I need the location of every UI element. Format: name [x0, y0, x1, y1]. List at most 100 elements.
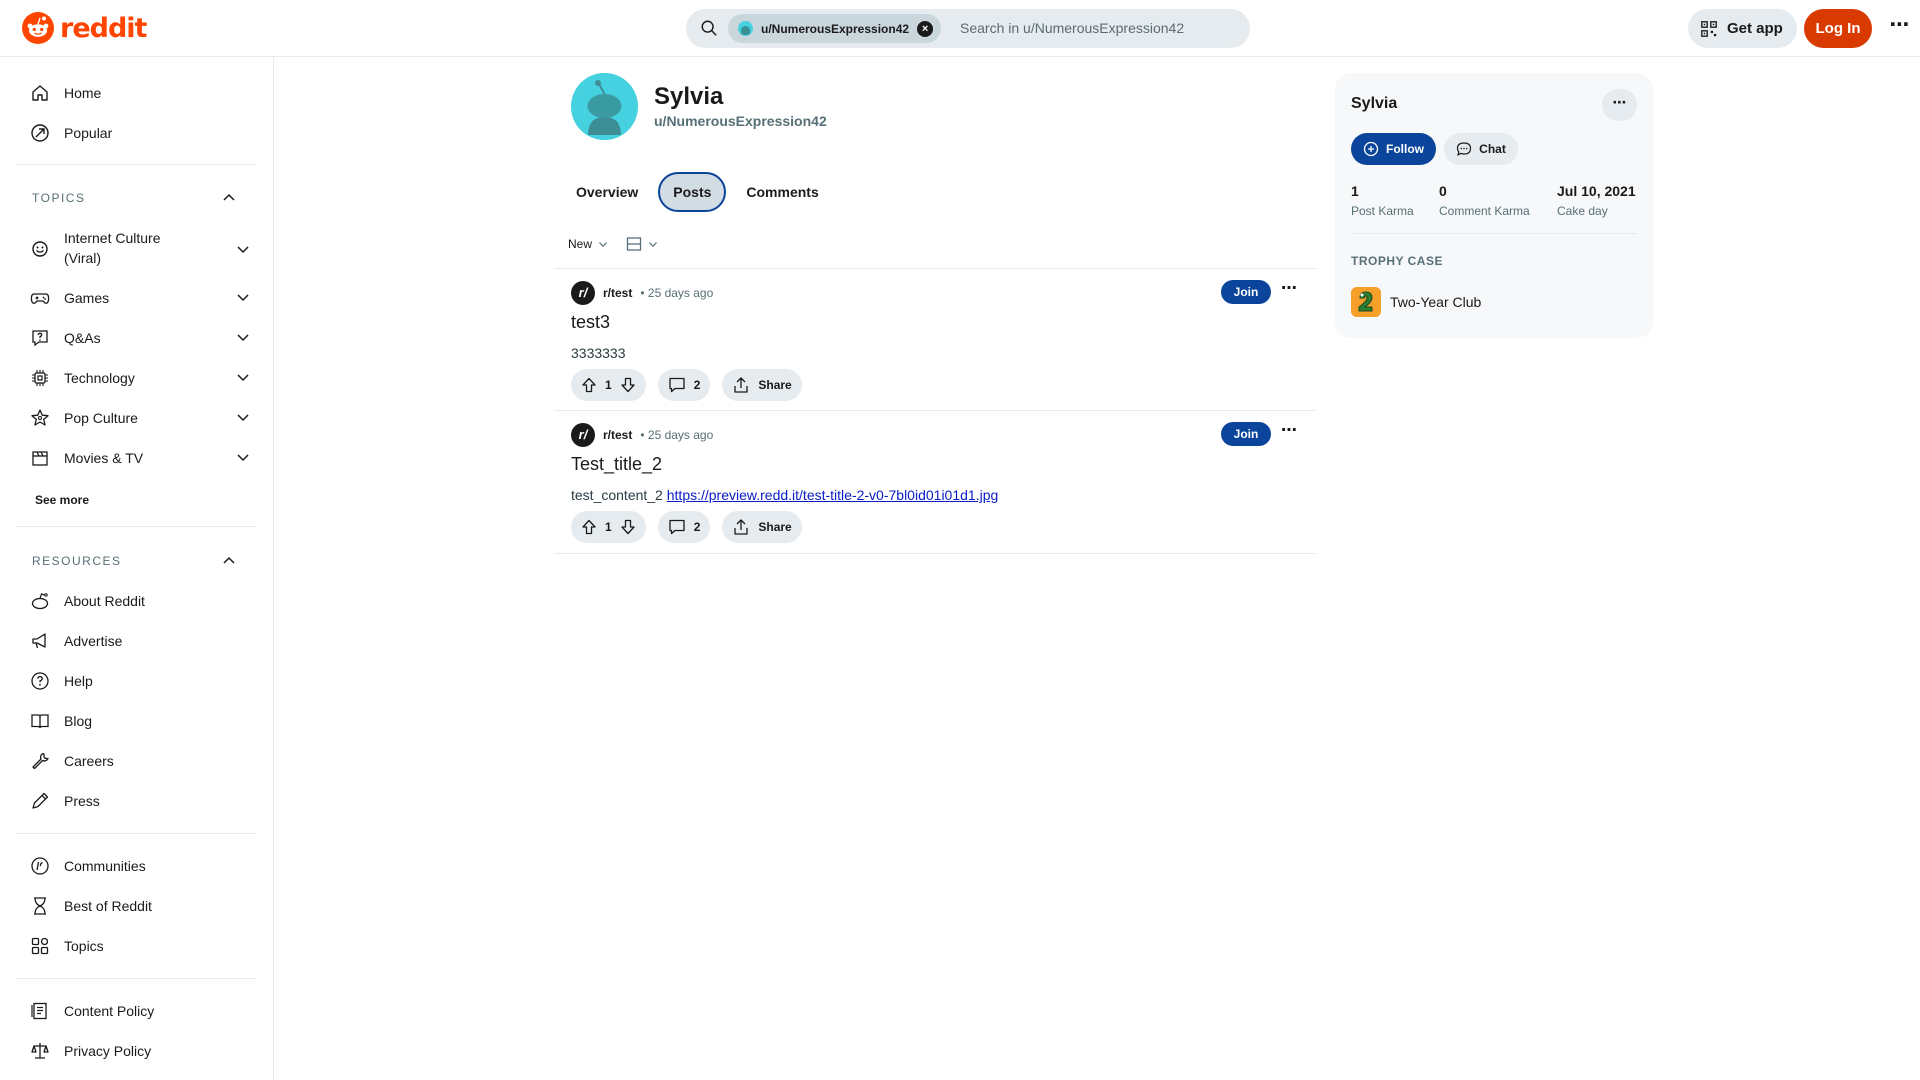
- sidebar-item-label: Privacy Policy: [64, 1043, 152, 1059]
- sidebar-item-about-reddit[interactable]: About Reddit: [30, 583, 260, 619]
- chat-button[interactable]: Chat: [1444, 133, 1518, 165]
- sidebar-item-label: Advertise: [64, 633, 123, 649]
- downvote-icon[interactable]: [620, 377, 636, 393]
- share-button[interactable]: Share: [722, 369, 802, 401]
- wrench-icon: [32, 752, 49, 770]
- subreddit-icon[interactable]: r/: [571, 281, 595, 305]
- sidebar-item-blog[interactable]: Blog: [30, 703, 260, 739]
- sidebar-item-internet-culture[interactable]: Internet Culture (Viral): [30, 226, 260, 270]
- sidebar-item-pop-culture[interactable]: Pop Culture: [30, 400, 260, 436]
- help-icon: [31, 672, 49, 690]
- sidebar-item-label: Technology: [64, 370, 135, 386]
- post-card[interactable]: r/ r/test • 25 days ago Join ⋯ Test_titl…: [554, 410, 1316, 554]
- share-button[interactable]: Share: [722, 511, 802, 543]
- see-more-link[interactable]: See more: [35, 493, 89, 507]
- sidebar-item-privacy-policy[interactable]: Privacy Policy: [30, 1033, 260, 1069]
- chevron-up-icon[interactable]: [222, 554, 236, 568]
- sidebar-item-games[interactable]: Games: [30, 280, 260, 316]
- sidebar-item-label: Press: [64, 793, 100, 809]
- sidebar-item-label: Help: [64, 673, 93, 689]
- post-body-text: test_content_2: [571, 487, 663, 503]
- sidebar-item-label: Pop Culture: [64, 410, 138, 426]
- view-dropdown[interactable]: [626, 236, 658, 252]
- subreddit-icon[interactable]: r/: [571, 423, 595, 447]
- reddit-logo[interactable]: reddit: [22, 12, 147, 44]
- post-actions: 1 2 Share: [571, 369, 802, 401]
- post-time-text: 25 days ago: [647, 428, 714, 442]
- sidebar-item-content-policy[interactable]: Content Policy: [30, 993, 260, 1029]
- trophy-item[interactable]: Two-Year Club: [1351, 287, 1481, 317]
- tab-overview[interactable]: Overview: [564, 172, 650, 212]
- sidebar-item-label: About Reddit: [64, 593, 145, 609]
- post-meta: r/ r/test • 25 days ago: [571, 423, 713, 447]
- sidebar-item-communities[interactable]: Communities: [30, 848, 260, 884]
- join-button[interactable]: Join: [1221, 280, 1271, 304]
- post-meta: r/ r/test • 25 days ago: [571, 281, 713, 305]
- sidebar-item-qas[interactable]: Q&As: [30, 320, 260, 356]
- more-options-icon[interactable]: ⋯: [1886, 14, 1914, 42]
- sidebar-item-press[interactable]: Press: [30, 783, 260, 819]
- sidebar-item-topics[interactable]: Topics: [30, 928, 260, 964]
- comments-button[interactable]: 2: [657, 369, 711, 401]
- sidebar-item-movies-tv[interactable]: Movies & TV: [30, 440, 260, 476]
- sidebar-item-label: Communities: [64, 858, 146, 874]
- chip-icon: [32, 370, 48, 386]
- sidebar-item-help[interactable]: Help: [30, 663, 260, 699]
- post-more-icon[interactable]: ⋯: [1276, 422, 1302, 446]
- card-divider: [1351, 233, 1637, 234]
- post-title[interactable]: Test_title_2: [571, 454, 662, 475]
- login-button[interactable]: Log In: [1804, 9, 1872, 48]
- stat-value: 1: [1351, 183, 1359, 199]
- sidebar-item-technology[interactable]: Technology: [30, 360, 260, 396]
- search-scope-chip[interactable]: u/NumerousExpression42 ×: [728, 14, 942, 43]
- follow-button[interactable]: Follow: [1351, 133, 1436, 165]
- chevron-up-icon[interactable]: [222, 191, 236, 205]
- sidebar-divider: [16, 526, 256, 527]
- subreddit-link[interactable]: r/test: [603, 428, 632, 442]
- post-more-icon[interactable]: ⋯: [1276, 280, 1302, 304]
- chevron-down-icon: [649, 242, 657, 247]
- comment-count: 2: [693, 520, 701, 534]
- chat-label: Chat: [1479, 142, 1506, 156]
- upvote-icon[interactable]: [581, 519, 597, 535]
- two-year-club-icon: [1351, 287, 1381, 317]
- tab-posts[interactable]: Posts: [658, 172, 727, 212]
- downvote-icon[interactable]: [620, 519, 636, 535]
- post-title[interactable]: test3: [571, 312, 610, 333]
- profile-sidebar-card: Sylvia ⋯ Follow Chat 1 Post Karma 0 Comm…: [1335, 73, 1653, 338]
- vote-count: 1: [605, 378, 612, 392]
- card-more-icon[interactable]: ⋯: [1602, 89, 1637, 121]
- join-button[interactable]: Join: [1221, 422, 1271, 446]
- upvote-icon[interactable]: [581, 377, 597, 393]
- post-link[interactable]: https://preview.redd.it/test-title-2-v0-…: [667, 487, 999, 503]
- sidebar-item-label: Games: [64, 290, 110, 306]
- subreddit-link[interactable]: r/test: [603, 286, 632, 300]
- trophy-label: Two-Year Club: [1390, 294, 1482, 310]
- sidebar-item-careers[interactable]: Careers: [30, 743, 260, 779]
- sidebar-divider: [16, 833, 256, 834]
- sidebar-item-advertise[interactable]: Advertise: [30, 623, 260, 659]
- search-bar[interactable]: u/NumerousExpression42 ×: [686, 9, 1250, 48]
- sidebar-item-popular[interactable]: Popular: [30, 115, 260, 151]
- comments-button[interactable]: 2: [657, 511, 711, 543]
- sidebar-divider: [16, 978, 256, 979]
- hourglass-icon: [34, 897, 46, 915]
- card-display-name: Sylvia: [1351, 95, 1398, 112]
- qa-icon: [32, 330, 48, 347]
- popular-icon: [31, 124, 49, 142]
- get-app-button[interactable]: Get app: [1688, 9, 1797, 48]
- post-card[interactable]: r/ r/test • 25 days ago Join ⋯ test3 333…: [554, 268, 1316, 410]
- sidebar-item-label: Content Policy: [64, 1003, 155, 1019]
- sidebar-item-home[interactable]: Home: [30, 75, 260, 111]
- tab-comments[interactable]: Comments: [734, 172, 830, 212]
- close-icon[interactable]: ×: [917, 20, 934, 37]
- scales-icon: [31, 1043, 49, 1059]
- home-icon: [32, 85, 48, 101]
- book-icon: [31, 714, 49, 729]
- profile-tabs: Overview Posts Comments: [564, 172, 831, 212]
- sort-dropdown[interactable]: New: [568, 237, 608, 251]
- search-input[interactable]: [960, 20, 1230, 36]
- sidebar-item-best-of-reddit[interactable]: Best of Reddit: [30, 888, 260, 924]
- vote-control: 1: [571, 369, 646, 401]
- profile-avatar: [571, 73, 638, 140]
